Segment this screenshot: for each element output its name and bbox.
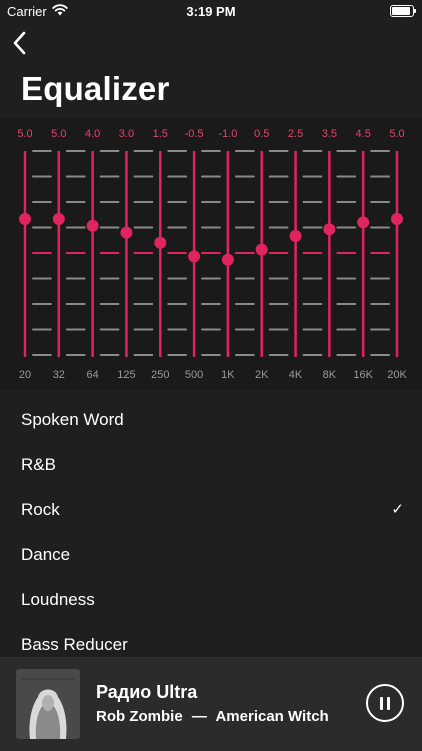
freq-label-2K: 2K [255,369,269,381]
preset-list: Spoken Word R&B Rock ✓ Dance Loudness Bass Red… [0,397,422,667]
preset-label: Loudness [21,590,95,609]
preset-label: R&B [21,455,56,474]
freq-label-8K: 8K [323,369,337,381]
back-chevron-icon[interactable] [8,30,32,56]
preset-item[interactable]: Loudness [0,577,422,622]
eq-slider-knob-20K[interactable] [391,213,403,225]
equalizer-sliders[interactable]: 5.0 20 5.0 32 4.0 64 3.0 125 1.5 250 -0.5 500 -1.0 1K… [0,118,422,390]
freq-label-64: 64 [87,369,99,381]
equalizer-panel: 5.0 20 5.0 32 4.0 64 3.0 125 1.5 250 -0.5 500 -1.0 1K… [0,118,422,390]
eq-slider-knob-4K[interactable] [289,230,302,242]
preset-item[interactable]: Dance [0,532,422,577]
track-title: American Witch [215,708,329,725]
eq-slider-knob-500[interactable] [188,250,201,263]
freq-label-4K: 4K [289,369,303,381]
eq-slider-knob-2K[interactable] [255,243,268,256]
freq-label-32: 32 [53,369,65,381]
freq-label-250: 250 [151,369,169,381]
freq-label-20K: 20K [387,369,407,381]
gain-label-20K: 5.0 [389,128,404,140]
preset-item[interactable]: Spoken Word [0,397,422,442]
preset-label: Spoken Word [21,410,124,429]
freq-label-125: 125 [117,369,135,381]
preset-item[interactable]: Rock ✓ [0,487,422,532]
preset-item[interactable]: R&B [0,442,422,487]
preset-label: Rock [21,500,60,519]
pause-button[interactable] [366,684,404,722]
track-separator: — [191,708,207,725]
pause-icon [380,697,383,710]
eq-slider-knob-250[interactable] [154,236,167,249]
gain-label-125: 3.0 [119,128,134,140]
album-artwork [16,669,80,739]
now-playing-bar[interactable]: Радио Ultra Rob Zombie — American Witch [0,657,422,751]
eq-slider-knob-20[interactable] [19,213,31,225]
gain-label-64: 4.0 [85,128,100,140]
gain-label-250: 1.5 [153,128,168,140]
artist-name: Rob Zombie [96,708,183,725]
preset-label: Dance [21,545,71,564]
gain-label-32: 5.0 [51,128,66,140]
clock: 3:19 PM [186,4,236,19]
track-info: Rob Zombie — American Witch [96,708,329,725]
eq-slider-knob-64[interactable] [86,219,99,232]
eq-slider-knob-16K[interactable] [357,216,370,229]
gain-label-16K: 4.5 [356,128,371,140]
eq-slider-knob-125[interactable] [120,226,133,239]
station-name: Радио Ultra [96,682,198,702]
battery-icon [390,5,416,17]
eq-slider-knob-1K[interactable] [221,253,234,266]
gain-label-1K: -1.0 [218,128,237,140]
status-bar: Carrier 3:19 PM [0,0,422,22]
eq-slider-knob-32[interactable] [52,213,65,225]
checkmark-icon: ✓ [391,501,404,518]
gain-label-2K: 0.5 [254,128,269,140]
freq-label-500: 500 [185,369,203,381]
freq-label-1K: 1K [221,369,235,381]
eq-slider-knob-8K[interactable] [323,223,336,236]
gain-label-4K: 2.5 [288,128,303,140]
gain-label-8K: 3.5 [322,128,337,140]
preset-label: Bass Reducer [21,635,128,654]
gain-label-20: 5.0 [17,128,32,140]
page-title: Equalizer [21,70,170,107]
freq-label-16K: 16K [353,369,373,381]
freq-label-20: 20 [19,369,31,381]
gain-label-500: -0.5 [185,128,204,140]
